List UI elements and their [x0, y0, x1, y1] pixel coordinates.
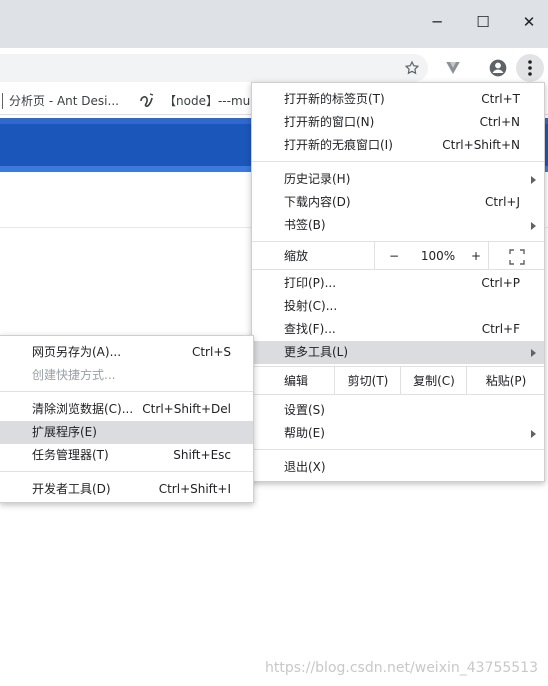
menu-separator [0, 471, 253, 472]
menu-item-label: 帮助(E) [284, 426, 325, 440]
bookmark-divider [2, 93, 3, 109]
menu-item-bookmarks[interactable]: 书签(B) [252, 214, 544, 237]
menu-item-label: 开发者工具(D) [32, 482, 111, 496]
menu-item-more-tools[interactable]: 更多工具(L) [252, 341, 544, 364]
menu-item-history[interactable]: 历史记录(H) [252, 168, 544, 191]
menu-item-label: 打开新的窗口(N) [284, 115, 375, 129]
menu-item-developer-tools[interactable]: 开发者工具(D) Ctrl+Shift+I [0, 478, 253, 501]
zoom-out-button[interactable]: − [374, 242, 413, 270]
menu-item-shortcut: Ctrl+Shift+N [442, 138, 520, 152]
menu-item-shortcut: Ctrl+S [191, 345, 231, 359]
watermark: https://blog.csdn.net/weixin_43755513 [264, 660, 538, 676]
menu-item-shortcut: Ctrl+N [479, 115, 520, 129]
menu-item-label: 退出(X) [284, 460, 326, 474]
menu-item-downloads[interactable]: 下载内容(D) Ctrl+J [252, 191, 544, 214]
maximize-button[interactable]: ☐ [460, 0, 506, 44]
menu-item-label: 历史记录(H) [284, 172, 351, 186]
menu-row-zoom: 缩放 − 100% + [252, 242, 544, 270]
account-icon[interactable] [486, 56, 510, 80]
menu-item-label: 设置(S) [284, 403, 325, 417]
main-menu: 打开新的标签页(T) Ctrl+T 打开新的窗口(N) Ctrl+N 打开新的无… [251, 82, 545, 482]
menu-item-clear-browsing-data[interactable]: 清除浏览数据(C)... Ctrl+Shift+Del [0, 398, 253, 421]
menu-separator [252, 394, 544, 395]
submenu-arrow-icon [531, 430, 536, 438]
menu-item-shortcut: Shift+Esc [173, 448, 231, 462]
menu-item-label: 创建快捷方式... [32, 368, 116, 382]
menu-item-new-window[interactable]: 打开新的窗口(N) Ctrl+N [252, 111, 544, 134]
address-bar[interactable] [0, 54, 428, 82]
menu-item-extensions[interactable]: 扩展程序(E) [0, 421, 253, 444]
submenu-arrow-icon [531, 349, 536, 357]
zoom-in-button[interactable]: + [464, 242, 488, 270]
menu-item-label: 投射(C)... [284, 299, 338, 313]
more-vert-icon [518, 56, 542, 80]
menu-item-save-page[interactable]: 网页另存为(A)... Ctrl+S [0, 341, 253, 364]
cut-button[interactable]: 剪切(T) [334, 367, 401, 395]
bookmark-item-node[interactable]: 【node】---mu [164, 88, 250, 114]
minimize-button[interactable]: ─ [414, 0, 460, 44]
menu-item-label: 查找(F)... [284, 322, 336, 336]
fullscreen-icon[interactable] [488, 242, 545, 270]
menu-row-edit: 编辑 剪切(T) 复制(C) 粘贴(P) [252, 367, 544, 395]
bookmark-item-ant-design[interactable]: 分析页 - Ant Desi... [9, 88, 119, 114]
menu-item-shortcut: Ctrl+J [485, 195, 520, 209]
menu-separator [252, 449, 544, 450]
menu-separator [252, 269, 544, 270]
menu-item-shortcut: Ctrl+Shift+I [158, 482, 231, 496]
paste-button[interactable]: 粘贴(P) [466, 367, 545, 395]
menu-item-task-manager[interactable]: 任务管理器(T) Shift+Esc [0, 444, 253, 467]
menu-item-label: 网页另存为(A)... [32, 345, 122, 359]
more-tools-submenu: 网页另存为(A)... Ctrl+S 创建快捷方式... 清除浏览数据(C)..… [0, 335, 254, 503]
menu-item-label: 打开新的无痕窗口(I) [284, 138, 393, 152]
menu-separator [0, 391, 253, 392]
menu-item-new-tab[interactable]: 打开新的标签页(T) Ctrl+T [252, 88, 544, 111]
zoom-level: 100% [420, 249, 456, 263]
menu-item-label: 书签(B) [284, 218, 326, 232]
copy-button[interactable]: 复制(C) [400, 367, 467, 395]
bookmark-favicon-icon [138, 91, 156, 109]
menu-item-label: 清除浏览数据(C)... [32, 402, 134, 416]
menu-item-help[interactable]: 帮助(E) [252, 422, 544, 445]
menu-item-shortcut: Ctrl+T [481, 92, 520, 106]
submenu-arrow-icon [531, 176, 536, 184]
menu-item-shortcut: Ctrl+Shift+Del [142, 402, 231, 416]
menu-item-label: 打印(P)... [284, 276, 337, 290]
menu-item-shortcut: Ctrl+P [481, 276, 520, 290]
menu-item-label: 打开新的标签页(T) [284, 92, 385, 106]
menu-item-label: 扩展程序(E) [32, 425, 97, 439]
menu-item-label: 任务管理器(T) [32, 448, 109, 462]
vpn-extension-icon[interactable] [441, 56, 465, 80]
menu-item-find[interactable]: 查找(F)... Ctrl+F [252, 318, 544, 341]
menu-item-shortcut: Ctrl+F [481, 322, 520, 336]
edit-label: 编辑 [284, 374, 309, 388]
close-button[interactable]: ✕ [506, 0, 548, 44]
zoom-label: 缩放 [284, 249, 309, 263]
menu-item-label: 更多工具(L) [284, 345, 349, 359]
menu-item-exit[interactable]: 退出(X) [252, 456, 544, 479]
menu-item-create-shortcut[interactable]: 创建快捷方式... [0, 364, 253, 387]
menu-item-settings[interactable]: 设置(S) [252, 399, 544, 422]
menu-item-incognito[interactable]: 打开新的无痕窗口(I) Ctrl+Shift+N [252, 134, 544, 157]
menu-item-print[interactable]: 打印(P)... Ctrl+P [252, 272, 544, 295]
star-icon[interactable] [400, 56, 424, 80]
menu-item-cast[interactable]: 投射(C)... [252, 295, 544, 318]
menu-separator [252, 161, 544, 162]
menu-item-label: 下载内容(D) [284, 195, 351, 209]
submenu-arrow-icon [531, 222, 536, 230]
